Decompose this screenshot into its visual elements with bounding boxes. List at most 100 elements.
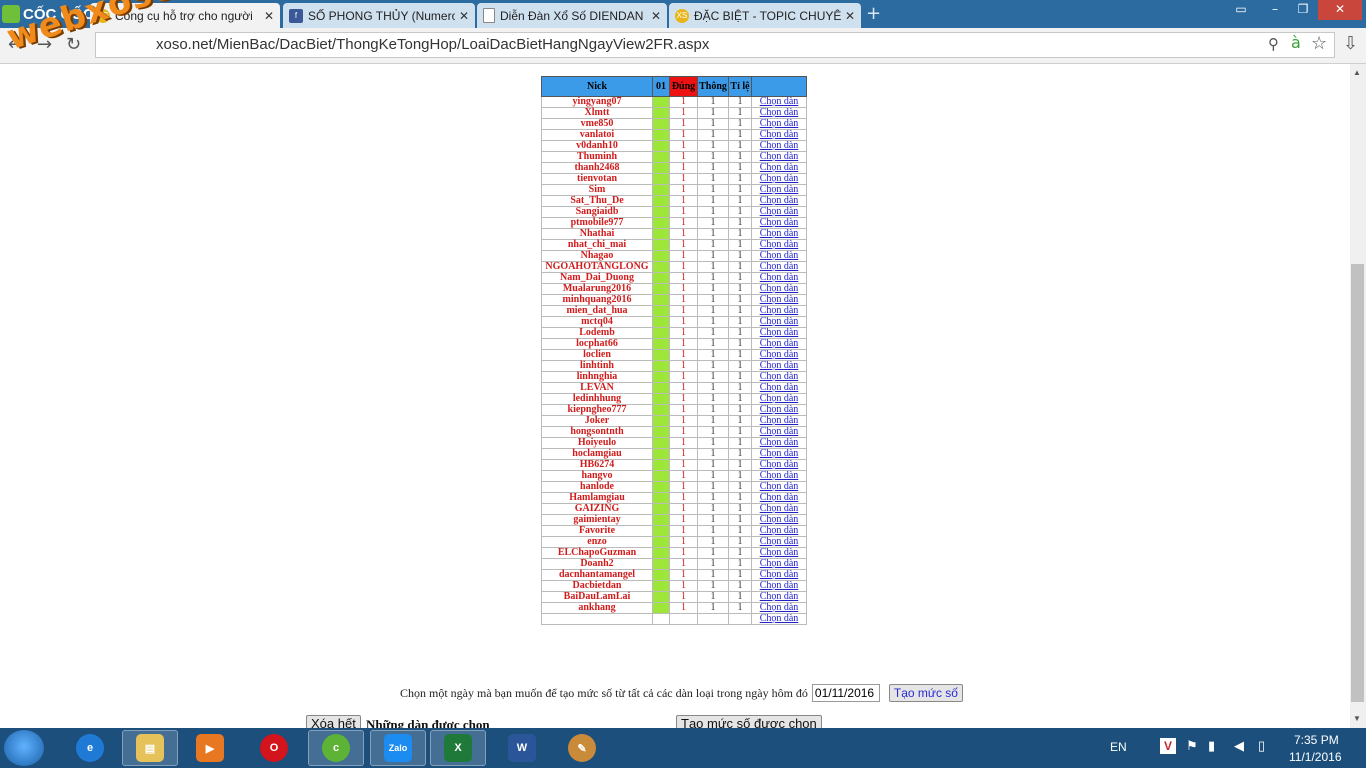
thong-cell: 1 [697,514,729,526]
media-player-icon[interactable]: ▶ [182,730,238,766]
choose-set-link[interactable]: Chọn dàn [751,393,807,405]
choose-set-link[interactable]: Chọn dàn [751,415,807,427]
network-icon[interactable]: ▮ [1208,738,1215,754]
choose-set-link[interactable]: Chọn dàn [751,107,807,119]
tile-cell: 1 [728,382,752,394]
close-icon[interactable]: ✕ [459,9,469,23]
choose-set-link[interactable]: Chọn dàn [751,602,807,614]
choose-set-link[interactable]: Chọn dàn [751,349,807,361]
vietkey-icon[interactable]: V [1160,738,1176,754]
close-icon[interactable]: ✕ [651,9,661,23]
nick-cell: Favorite [541,525,653,537]
create-level-button[interactable]: Tạo mức số [888,684,963,702]
scroll-up-icon[interactable]: ▲ [1353,68,1361,77]
spell-icon[interactable]: à [1291,33,1301,52]
choose-set-link[interactable]: Chọn dàn [751,437,807,449]
choose-set-link[interactable]: Chọn dàn [751,448,807,460]
choose-set-link[interactable]: Chọn dàn [751,459,807,471]
choose-set-link[interactable]: Chọn dàn [751,118,807,130]
nick-cell: Doanh2 [541,558,653,570]
choose-set-link[interactable]: Chọn dàn [751,250,807,262]
nick-cell: Thuminh [541,151,653,163]
tab-4[interactable]: XS ĐẶC BIỆT - TOPIC CHUYÊN ✕ [669,3,861,28]
choose-set-link[interactable]: Chọn dàn [751,613,807,625]
choose-set-link[interactable]: Chọn dàn [751,327,807,339]
address-bar[interactable]: xoso.net/MienBac/DacBiet/ThongKeTongHop/… [95,32,1335,58]
page-scrollbar[interactable]: ▲ ▼ [1350,64,1366,728]
choose-set-link[interactable]: Chọn dàn [751,140,807,152]
choose-set-link[interactable]: Chọn dàn [751,151,807,163]
dung-cell: 1 [669,316,698,328]
bookmark-star-icon[interactable]: ☆ [1311,33,1327,54]
scrollbar-thumb[interactable] [1351,264,1364,702]
create-selected-button[interactable]: Tạo mức số được chọn [676,715,822,728]
choose-set-link[interactable]: Chọn dàn [751,382,807,394]
dung-cell: 1 [669,162,698,174]
word-icon[interactable]: W [494,730,550,766]
opera-icon[interactable]: O [246,730,302,766]
clock-time[interactable]: 7:35 PM [1294,733,1339,747]
download-icon[interactable]: ⇩ [1343,33,1358,54]
language-indicator[interactable]: EN [1110,740,1127,754]
choose-set-link[interactable]: Chọn dàn [751,470,807,482]
choose-set-link[interactable]: Chọn dàn [751,173,807,185]
date-input[interactable] [811,684,880,702]
choose-set-link[interactable]: Chọn dàn [751,503,807,515]
choose-set-link[interactable]: Chọn dàn [751,195,807,207]
tab-2[interactable]: f SỐ PHONG THỦY (Numero ✕ [283,3,475,28]
clear-all-button[interactable]: Xóa hết [306,715,361,728]
choose-set-link[interactable]: Chọn dàn [751,371,807,383]
battery-icon[interactable]: ▯ [1258,738,1265,754]
choose-set-link[interactable]: Chọn dàn [751,404,807,416]
close-icon[interactable]: ✕ [264,9,274,23]
internet-explorer-icon[interactable]: e [62,730,118,766]
choose-set-link[interactable]: Chọn dàn [751,591,807,603]
choose-set-link[interactable]: Chọn dàn [751,360,807,372]
windows-start-icon[interactable] [4,730,44,766]
choose-set-link[interactable]: Chọn dàn [751,426,807,438]
choose-set-link[interactable]: Chọn dàn [751,217,807,229]
scroll-down-icon[interactable]: ▼ [1353,714,1361,723]
profile-icon[interactable]: ▭ [1228,0,1254,20]
choose-set-link[interactable]: Chọn dàn [751,228,807,240]
choose-set-link[interactable]: Chọn dàn [751,283,807,295]
choose-set-link[interactable]: Chọn dàn [751,184,807,196]
coccoc-icon[interactable]: c [308,730,364,766]
choose-set-link[interactable]: Chọn dàn [751,580,807,592]
choose-set-link[interactable]: Chọn dàn [751,261,807,273]
flag-icon[interactable]: ⚑ [1186,738,1198,754]
choose-set-link[interactable]: Chọn dàn [751,514,807,526]
choose-set-link[interactable]: Chọn dàn [751,272,807,284]
choose-set-link[interactable]: Chọn dàn [751,206,807,218]
column-01-cell [652,437,670,449]
minimize-icon[interactable]: – [1262,0,1288,20]
close-icon[interactable]: ✕ [845,9,855,23]
choose-set-link[interactable]: Chọn dàn [751,129,807,141]
zalo-icon[interactable]: Zalo [370,730,426,766]
choose-set-link[interactable]: Chọn dàn [751,536,807,548]
excel-icon[interactable]: X [430,730,486,766]
volume-icon[interactable]: ◀ [1234,738,1244,754]
choose-set-link[interactable]: Chọn dàn [751,558,807,570]
file-explorer-icon[interactable]: ▤ [122,730,178,766]
window-close-icon[interactable]: ✕ [1318,0,1362,20]
column-01-cell [652,338,670,350]
choose-set-link[interactable]: Chọn dàn [751,294,807,306]
maximize-icon[interactable]: ❐ [1290,0,1316,20]
choose-set-link[interactable]: Chọn dàn [751,492,807,504]
choose-set-link[interactable]: Chọn dàn [751,481,807,493]
choose-set-link[interactable]: Chọn dàn [751,305,807,317]
choose-set-link[interactable]: Chọn dàn [751,96,807,108]
paint-icon[interactable]: ✎ [554,730,610,766]
choose-set-link[interactable]: Chọn dàn [751,338,807,350]
choose-set-link[interactable]: Chọn dàn [751,525,807,537]
choose-set-link[interactable]: Chọn dàn [751,547,807,559]
choose-set-link[interactable]: Chọn dàn [751,569,807,581]
new-tab-icon[interactable]: + [866,5,886,23]
choose-set-link[interactable]: Chọn dàn [751,239,807,251]
choose-set-link[interactable]: Chọn dàn [751,316,807,328]
clock-date[interactable]: 11/1/2016 [1289,750,1342,764]
tab-3[interactable]: Diễn Đàn Xổ Số DIENDAN ✕ [477,3,667,28]
choose-set-link[interactable]: Chọn dàn [751,162,807,174]
zoom-icon[interactable]: ⚲ [1268,35,1279,53]
